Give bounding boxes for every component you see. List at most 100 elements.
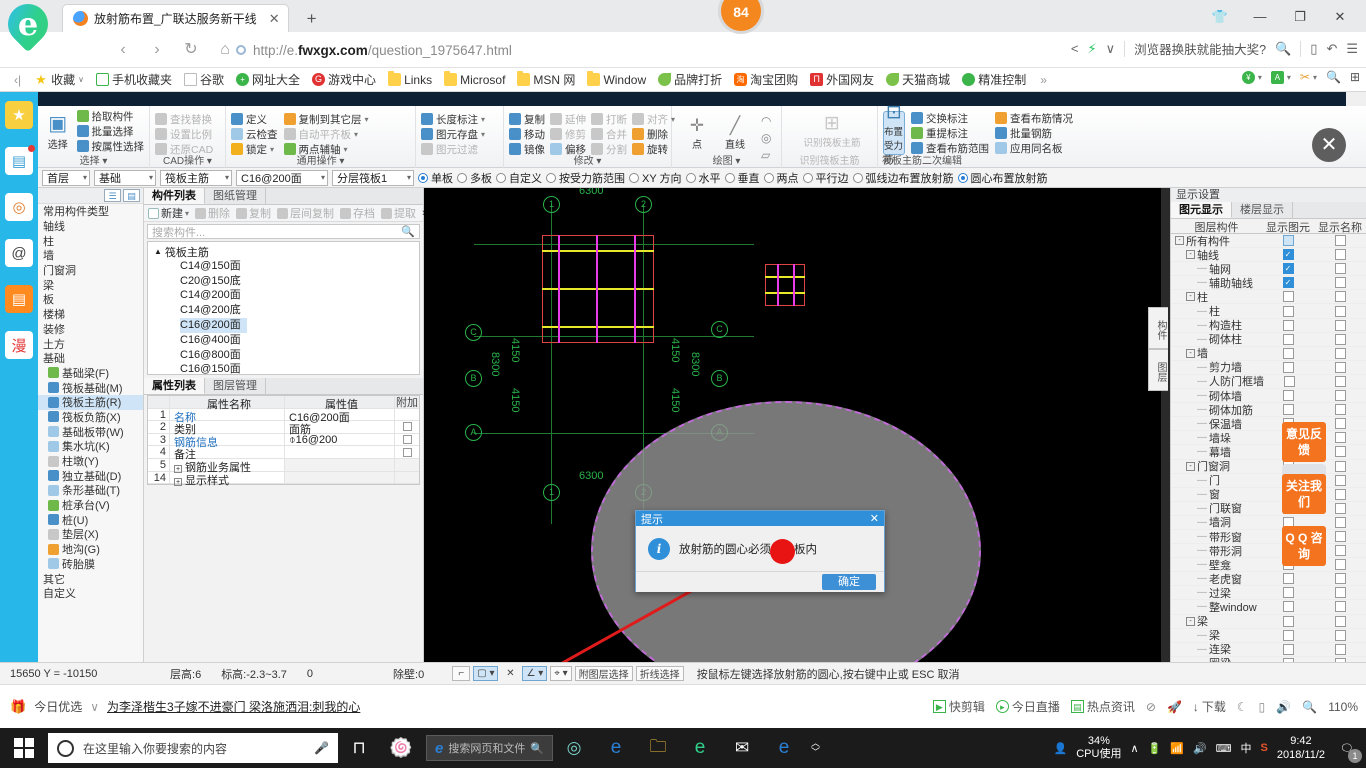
relabel-button[interactable]: 重提标注 <box>911 126 989 140</box>
expand-icon[interactable]: - <box>1186 461 1195 471</box>
batch-rebar-button[interactable]: 批量钢筋 <box>995 126 1073 140</box>
component-item[interactable]: C16@800面 <box>148 348 419 363</box>
bookmark-item[interactable]: ★ 收藏 ∨ <box>29 71 90 88</box>
radio-parallel-edge[interactable]: 平行边 <box>802 170 849 186</box>
show-name-checkbox[interactable] <box>1335 375 1346 387</box>
bookmark-item[interactable]: Π 外国网友 <box>804 71 880 88</box>
nav-item-cushion[interactable]: 垫层(X) <box>38 527 143 542</box>
show-element-checkbox[interactable] <box>1282 615 1294 627</box>
component-item[interactable]: C16@400面 <box>148 333 419 348</box>
bookmark-item[interactable]: + 网址大全 <box>230 71 306 88</box>
chevron-down-icon[interactable]: ∨ <box>1106 41 1116 57</box>
expand-icon[interactable]: - <box>1186 616 1195 626</box>
radio-custom[interactable]: 自定义 <box>496 170 542 186</box>
bookmark-item[interactable]: Window <box>581 71 652 87</box>
forward-icon[interactable]: › <box>144 38 170 62</box>
close-overlay-icon[interactable]: ✕ <box>1312 128 1346 162</box>
mic-icon[interactable]: 🎤 <box>314 741 329 755</box>
delete-button[interactable]: 删除 <box>632 127 675 141</box>
table-row[interactable]: 2 类别 面筋 <box>148 421 419 436</box>
show-name-checkbox[interactable] <box>1334 361 1346 373</box>
keyboard-icon[interactable]: ⌨ <box>1216 742 1232 755</box>
follow-us-tag[interactable]: 关注我们 <box>1282 474 1326 514</box>
live-button[interactable]: ▸ 今日直播 <box>995 698 1060 715</box>
show-name-checkbox[interactable] <box>1334 629 1346 641</box>
sogou-icon[interactable]: S <box>1261 742 1268 754</box>
show-name-checkbox[interactable] <box>1334 235 1346 247</box>
person-icon[interactable]: 👤 <box>1054 742 1068 755</box>
app-icon-edge-blue[interactable]: e <box>595 728 637 768</box>
show-element-checkbox[interactable] <box>1282 629 1294 641</box>
show-name-checkbox[interactable] <box>1334 587 1346 599</box>
nav-group-stair[interactable]: 楼梯 <box>38 307 143 322</box>
nav-group-beam[interactable]: 梁 <box>38 277 143 292</box>
feedback-tag[interactable]: 意见反馈 <box>1282 422 1326 462</box>
nav-group-custom[interactable]: 自定义 <box>38 586 143 601</box>
skin-icon[interactable]: 👕 <box>1200 6 1240 28</box>
magnifier-icon[interactable]: 🔍 <box>1326 70 1341 84</box>
bookmark-item[interactable]: 谷歌 <box>178 71 230 88</box>
show-element-checkbox[interactable] <box>1282 573 1294 585</box>
rocket-icon[interactable]: 🚀 <box>1167 700 1182 714</box>
show-name-checkbox[interactable] <box>1334 347 1346 359</box>
tab-close-icon[interactable]: ✕ <box>269 11 280 27</box>
search-input[interactable]: 在这里输入你要搜索的内容 🎤 <box>48 733 338 763</box>
nav-group-column[interactable]: 柱 <box>38 233 143 248</box>
move-button[interactable]: 移动 <box>509 127 545 141</box>
show-name-checkbox[interactable] <box>1334 291 1346 303</box>
quick-clip-button[interactable]: ▶ 快剪辑 <box>932 698 985 715</box>
show-name-checkbox[interactable] <box>1334 502 1346 514</box>
search-icon[interactable]: 🔍 <box>1302 700 1317 714</box>
nav-group-door-window[interactable]: 门窗洞 <box>38 263 143 278</box>
daily-picks-label[interactable]: 今日优选 <box>34 698 82 715</box>
attach-checkbox[interactable] <box>402 447 412 457</box>
nav-item-sump[interactable]: 集水坑(K) <box>38 439 143 454</box>
line-button[interactable]: ╱ 直线 <box>721 111 749 155</box>
bookmark-item[interactable]: 淘淘宝团购 <box>728 71 804 88</box>
download-button[interactable]: ↓ 下载 <box>1193 698 1226 715</box>
show-element-checkbox[interactable] <box>1282 333 1294 345</box>
show-name-checkbox[interactable] <box>1334 333 1346 345</box>
circle-icon[interactable]: ◎ <box>761 131 771 145</box>
back-icon[interactable]: ‹ <box>110 38 136 62</box>
rect-icon[interactable]: ◠ <box>761 114 771 128</box>
define-button[interactable]: 定义 <box>231 112 278 126</box>
wifi-icon[interactable]: 📶 <box>1170 742 1184 755</box>
component-tree-root[interactable]: ▲ 筏板主筋 <box>148 244 419 259</box>
bookmark-item[interactable]: 天猫商城 <box>880 71 956 88</box>
show-name-checkbox[interactable] <box>1334 390 1346 402</box>
radio-by-range[interactable]: 按受力筋范围 <box>546 170 625 186</box>
expand-icon[interactable]: - <box>1186 348 1195 358</box>
layer-dropdown[interactable]: 分层筏板1 ▾ <box>332 169 414 186</box>
nav-group-other[interactable]: 其它 <box>38 571 143 586</box>
show-name-checkbox[interactable] <box>1334 545 1346 557</box>
layer-select-button[interactable]: 附图层选择 <box>574 666 633 681</box>
ie-search-pill[interactable]: e 搜索网页和文件 🔍 <box>426 735 554 761</box>
share-icon[interactable]: < <box>1071 41 1079 56</box>
show-name-checkbox[interactable] <box>1334 615 1346 627</box>
auto-align-slab-button[interactable]: 自动平齐板 ▾ <box>283 127 369 141</box>
nav-group-slab[interactable]: 板 <box>38 292 143 307</box>
tree-view-icon[interactable]: ▤ <box>123 189 140 202</box>
table-row[interactable]: 1 名称 C16@200面 <box>148 408 419 424</box>
bookmark-item[interactable]: Links <box>382 71 438 87</box>
table-row[interactable]: 3 钢筋信息 ⌽16@200 <box>148 433 419 449</box>
radio-two-point[interactable]: 两点 <box>763 170 799 186</box>
tray-expand-icon[interactable]: ∧ <box>1130 742 1138 755</box>
start-button[interactable] <box>0 728 48 768</box>
rail-item-comics[interactable]: 漫 <box>0 322 38 368</box>
rail-item-explore[interactable]: ◎ <box>0 184 38 230</box>
rail-item-news[interactable]: ▤ <box>0 138 38 184</box>
component-item[interactable]: C14@200面 <box>148 288 419 303</box>
bookmarks-back-icon[interactable]: ‹| <box>6 73 29 87</box>
select-by-attr-button[interactable]: 按属性选择 <box>76 139 144 153</box>
component-item[interactable]: C14@150面 <box>148 259 419 274</box>
show-element-checkbox[interactable] <box>1282 347 1294 359</box>
nav-item-strip-foundation[interactable]: 条形基础(T) <box>38 483 143 498</box>
expand-icon[interactable]: + <box>174 477 182 486</box>
undo-icon[interactable]: ↶ <box>1326 41 1337 57</box>
angle-icon[interactable]: ∠ ▾ <box>522 666 548 681</box>
tab-floor-display[interactable]: 楼层显示 <box>1232 202 1293 218</box>
component-item[interactable]: C14@200底 <box>148 303 419 318</box>
show-name-checkbox[interactable] <box>1334 446 1346 458</box>
